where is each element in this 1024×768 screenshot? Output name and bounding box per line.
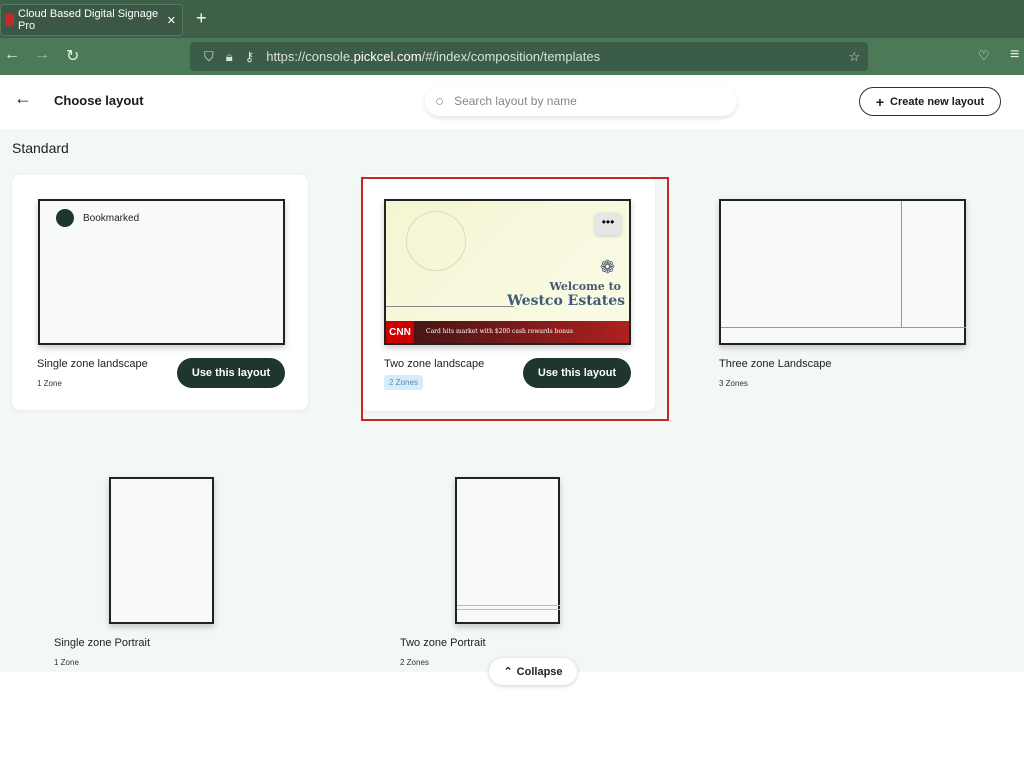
search-icon: ○: [435, 93, 444, 110]
reload-icon[interactable]: ↻: [66, 46, 79, 66]
search-input[interactable]: ○ Search layout by name: [425, 86, 737, 116]
forward-icon[interactable]: →: [34, 46, 50, 64]
zone-count: 3 Zones: [719, 379, 748, 388]
bookmark-icon: [56, 209, 74, 227]
layout-thumbnail[interactable]: [455, 477, 560, 624]
plus-icon: +: [876, 94, 884, 110]
use-layout-button[interactable]: Use this layout: [177, 358, 285, 388]
layout-thumbnail[interactable]: [719, 199, 966, 345]
layout-thumbnail[interactable]: Bookmarked: [38, 199, 285, 345]
url-bar[interactable]: ⛉ 🔒︎ ⚷ https://console.pickcel.com/#/index/…: [190, 42, 868, 71]
browser-tab[interactable]: Cloud Based Digital Signage Pro ✕: [0, 4, 183, 36]
layout-name: Two zone Portrait: [400, 637, 486, 649]
favicon-icon: [5, 14, 14, 26]
back-icon[interactable]: ←: [4, 46, 20, 64]
search-placeholder: Search layout by name: [454, 94, 577, 108]
selection-highlight: [361, 177, 669, 421]
chevron-up-icon: ⌃: [503, 665, 512, 678]
page-title: Choose layout: [54, 93, 144, 108]
layout-name: Single zone landscape: [37, 358, 148, 370]
tab-title: Cloud Based Digital Signage Pro: [18, 8, 163, 32]
bookmarked-badge: Bookmarked: [56, 209, 139, 227]
section-title: Standard: [12, 140, 69, 156]
close-tab-icon[interactable]: ✕: [167, 14, 176, 27]
zone-count: 2 Zones: [400, 658, 429, 667]
layout-name: Single zone Portrait: [54, 637, 150, 649]
key-icon: ⚷: [245, 49, 255, 65]
create-new-layout-button[interactable]: +Create new layout: [859, 87, 1001, 116]
collapse-button[interactable]: ⌃Collapse: [489, 658, 577, 685]
menu-icon[interactable]: ≡: [1010, 46, 1019, 64]
zone-count: 1 Zone: [54, 658, 79, 667]
layout-name: Three zone Landscape: [719, 358, 832, 370]
shield-icon: ⛉: [204, 49, 214, 65]
back-arrow-icon[interactable]: ←: [14, 88, 32, 109]
lock-icon: 🔒︎: [226, 49, 233, 65]
url-text: https://console.pickcel.com/#/index/comp…: [266, 49, 600, 64]
new-tab-button[interactable]: +: [196, 8, 207, 29]
zone-count: 1 Zone: [37, 379, 62, 388]
pocket-icon[interactable]: ♡: [978, 48, 990, 64]
layout-thumbnail[interactable]: [109, 477, 214, 624]
bookmark-star-icon[interactable]: ☆: [848, 49, 860, 65]
